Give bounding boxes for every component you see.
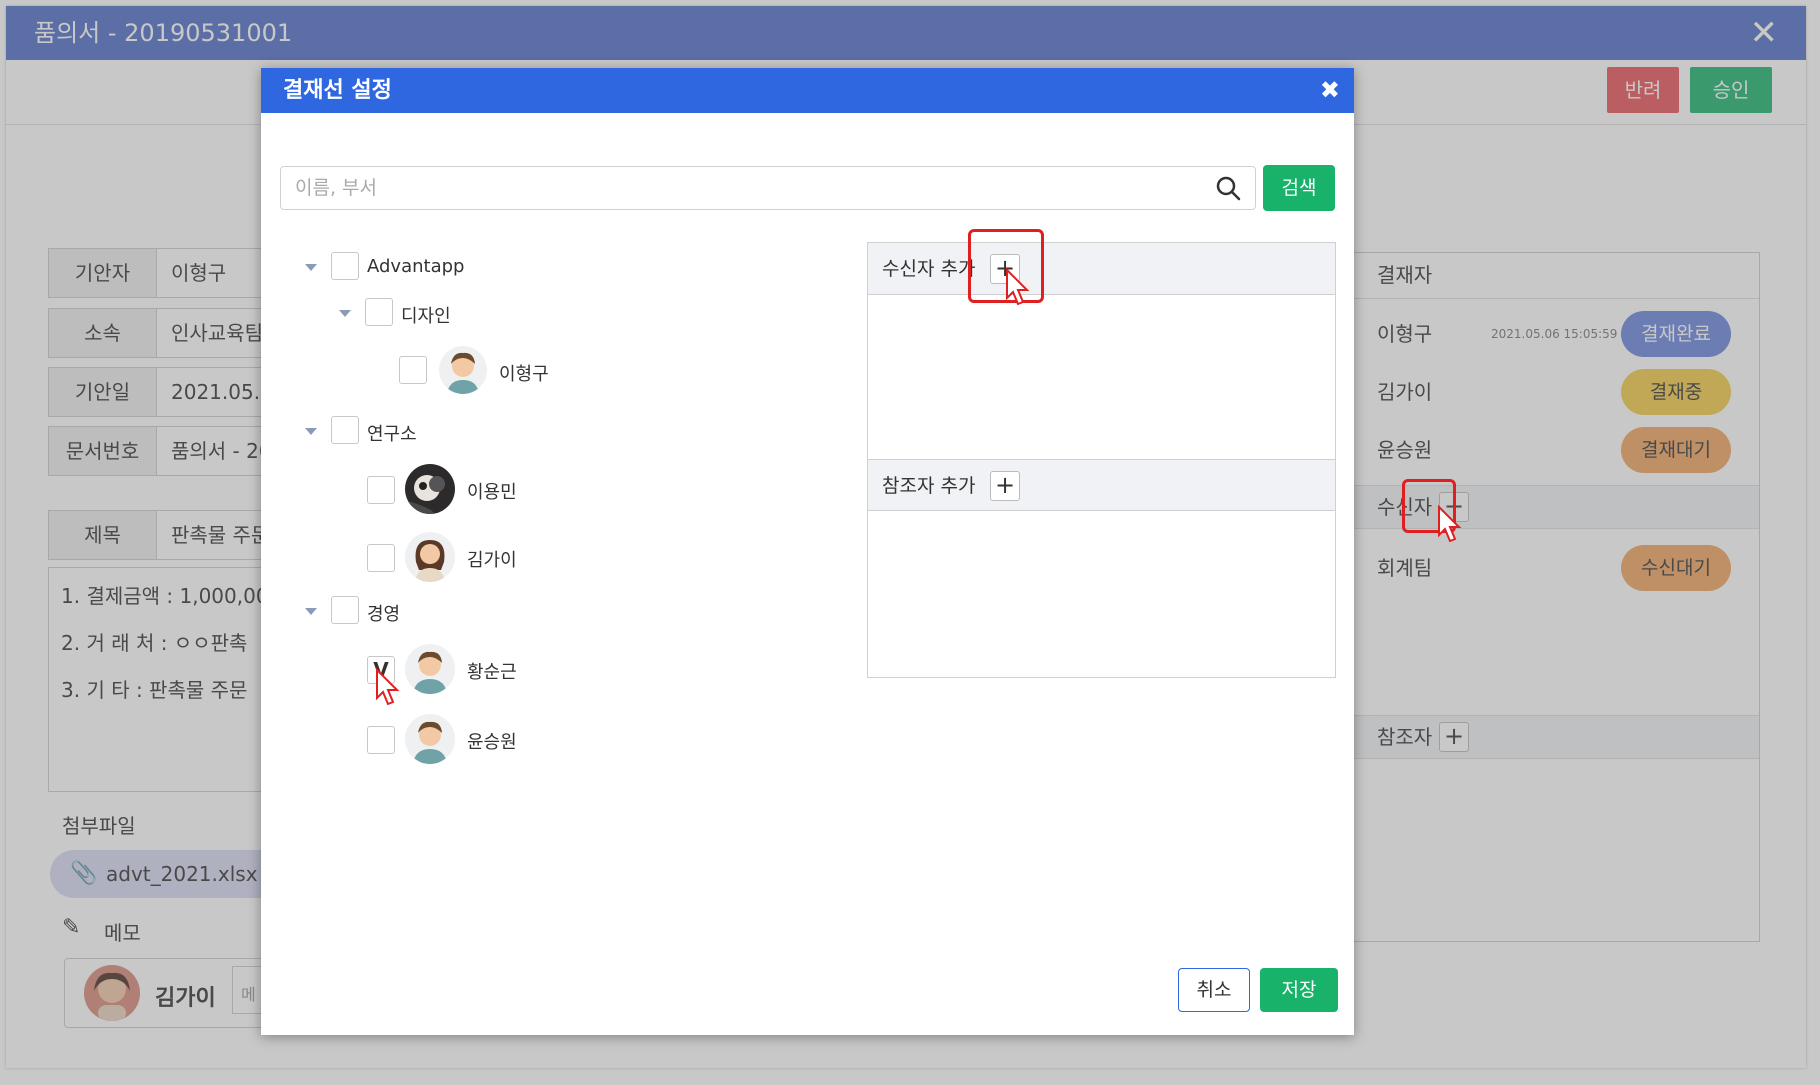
tree-label: 이형구 — [499, 364, 549, 385]
chevron-down-icon[interactable] — [339, 310, 351, 317]
recipient-panel: 수신자 추가 + 참조자 추가 + — [867, 242, 1336, 678]
tree-label: 연구소 — [367, 424, 417, 445]
tree-member: 윤승원 — [367, 714, 667, 764]
tree-label: 황순근 — [467, 662, 517, 683]
cancel-button[interactable]: 취소 — [1178, 968, 1250, 1012]
tree-node-lab: 연구소 — [305, 416, 605, 452]
avatar — [405, 644, 455, 694]
tree-member: V 황순근 — [367, 644, 667, 694]
tree-label: Advantapp — [367, 256, 465, 277]
tree-member: 이용민 — [367, 464, 667, 514]
tree-label: 경영 — [367, 604, 401, 625]
tree-label: 이용민 — [467, 482, 517, 503]
close-icon[interactable]: ✖ — [1320, 68, 1340, 113]
avatar — [405, 464, 455, 514]
pointer-cursor-icon — [376, 668, 400, 706]
chevron-down-icon[interactable] — [305, 608, 317, 615]
checkbox[interactable] — [399, 356, 427, 384]
checkbox[interactable] — [367, 476, 395, 504]
ref-section-header: 참조자 추가 + — [868, 459, 1335, 511]
avatar — [405, 714, 455, 764]
checkbox[interactable] — [331, 416, 359, 444]
chevron-down-icon[interactable] — [305, 264, 317, 271]
tree-label: 윤승원 — [467, 732, 517, 753]
pointer-cursor-icon — [1438, 505, 1462, 543]
dialog-header: 결재선 설정 ✖ — [261, 68, 1354, 113]
tree-label: 김가이 — [467, 550, 517, 571]
checkbox[interactable] — [367, 544, 395, 572]
tree-label: 디자인 — [401, 306, 451, 327]
approval-line-dialog: 결재선 설정 ✖ 검색 Advantapp 디자인 이형구 연구소 이용민 — [261, 68, 1354, 1035]
dialog-title: 결재선 설정 — [283, 78, 392, 103]
tree-node-mgmt: 경영 — [305, 596, 605, 632]
ref-section-label: 참조자 추가 — [882, 475, 976, 497]
tree-member: 김가이 — [367, 532, 667, 582]
checkbox[interactable] — [365, 298, 393, 326]
tree-node-design: 디자인 — [339, 298, 639, 334]
pointer-cursor-icon — [1006, 268, 1030, 306]
search-button[interactable]: 검색 — [1263, 165, 1335, 211]
add-ref-button[interactable]: + — [990, 471, 1020, 501]
save-button[interactable]: 저장 — [1260, 968, 1338, 1012]
checkbox[interactable] — [331, 596, 359, 624]
search-input[interactable] — [295, 167, 1195, 209]
tree-member: 이형구 — [399, 346, 699, 394]
tree-node-root: Advantapp — [305, 252, 605, 288]
receiver-section-label: 수신자 추가 — [882, 258, 976, 280]
search-icon[interactable] — [1215, 175, 1241, 201]
receiver-section-header: 수신자 추가 + — [868, 243, 1335, 295]
avatar — [405, 532, 455, 582]
checkbox[interactable] — [367, 726, 395, 754]
avatar — [439, 346, 487, 394]
checkbox[interactable] — [331, 252, 359, 280]
search-box — [280, 166, 1256, 210]
chevron-down-icon[interactable] — [305, 428, 317, 435]
